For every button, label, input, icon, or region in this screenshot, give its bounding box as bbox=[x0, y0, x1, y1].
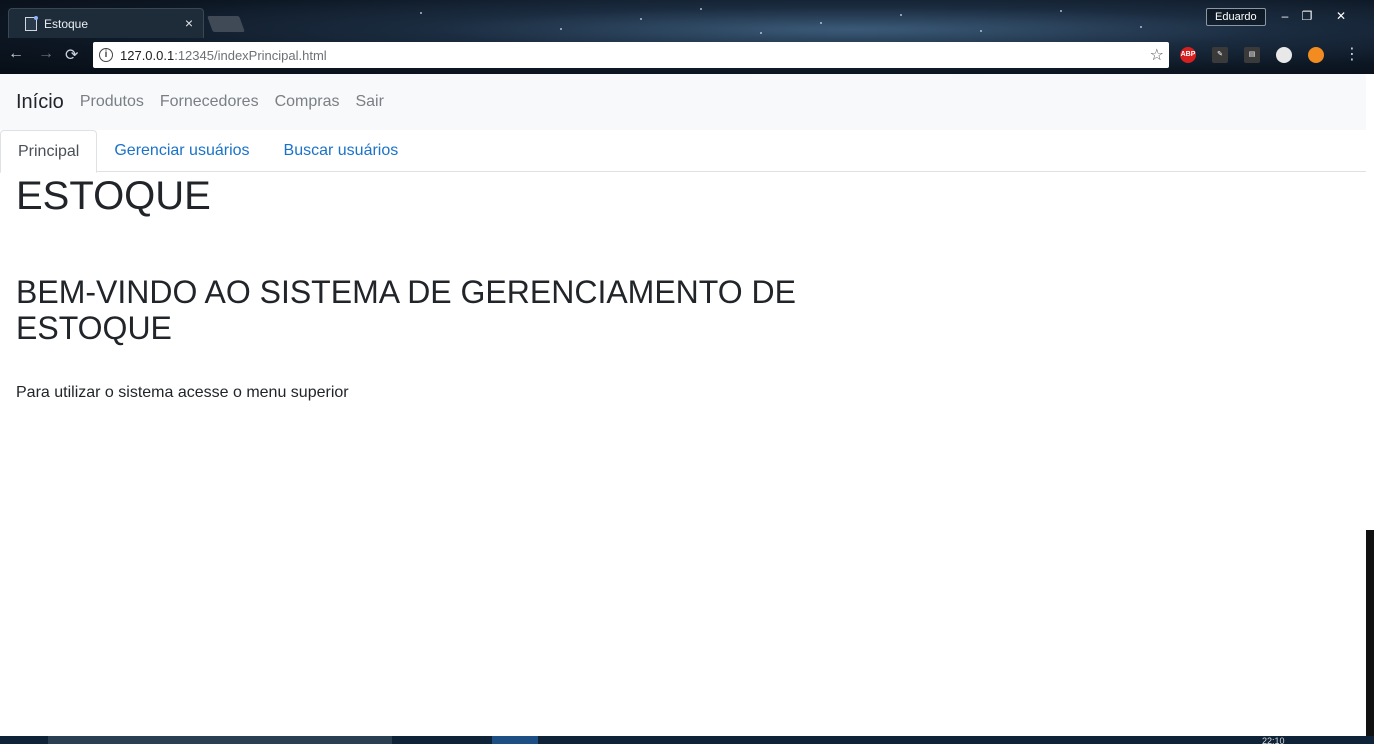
close-tab-icon[interactable]: × bbox=[185, 15, 193, 31]
page-tabs: Principal Gerenciar usuários Buscar usuá… bbox=[0, 130, 1366, 173]
tab-principal[interactable]: Principal bbox=[0, 130, 98, 173]
reload-icon[interactable]: ⟳ bbox=[65, 45, 78, 65]
nav-link-sair[interactable]: Sair bbox=[355, 93, 383, 111]
info-icon[interactable]: i bbox=[99, 48, 113, 62]
page-favicon-icon bbox=[25, 15, 38, 31]
back-icon[interactable]: ← bbox=[8, 45, 24, 63]
browser-tabstrip: Estoque × Eduardo – ❐ ✕ bbox=[0, 0, 1374, 38]
url-host: 127.0.0.1 bbox=[120, 47, 175, 63]
taskbar-item[interactable] bbox=[48, 736, 392, 744]
top-navbar: Início Produtos Fornecedores Compras Sai… bbox=[0, 74, 1366, 130]
forward-icon[interactable]: → bbox=[38, 45, 54, 63]
new-tab-button[interactable] bbox=[207, 16, 245, 32]
orange-ext-icon[interactable] bbox=[1308, 47, 1324, 63]
restore-icon[interactable]: ❐ bbox=[1292, 8, 1322, 26]
adblock-icon[interactable]: ABP bbox=[1180, 47, 1196, 63]
profile-button[interactable]: Eduardo bbox=[1206, 8, 1266, 26]
nav-link-produtos[interactable]: Produtos bbox=[80, 93, 144, 111]
extension-icon[interactable]: ▤ bbox=[1244, 47, 1260, 63]
scrollbar-thumb[interactable] bbox=[1366, 530, 1374, 736]
welcome-heading: BEM-VINDO AO SISTEMA DE GERENCIAMENTO DE… bbox=[16, 274, 796, 346]
browser-menu-icon[interactable]: ⋮ bbox=[1344, 44, 1360, 64]
navbar-brand[interactable]: Início bbox=[16, 91, 64, 114]
nav-link-compras[interactable]: Compras bbox=[275, 93, 340, 111]
browser-tab-title: Estoque bbox=[44, 16, 89, 31]
instruction-text: Para utilizar o sistema acesse o menu su… bbox=[16, 384, 349, 401]
circle-icon[interactable] bbox=[1276, 47, 1292, 63]
bookmark-star-icon[interactable]: ☆ bbox=[1150, 45, 1164, 65]
tab-buscar-usuarios[interactable]: Buscar usuários bbox=[267, 130, 416, 172]
tab-gerenciar-usuarios[interactable]: Gerenciar usuários bbox=[97, 130, 266, 172]
url-path: :12345/indexPrincipal.html bbox=[174, 47, 327, 63]
browser-tab[interactable]: Estoque × bbox=[8, 8, 204, 38]
taskbar-item-active[interactable] bbox=[492, 736, 538, 744]
page-viewport: Início Produtos Fornecedores Compras Sai… bbox=[0, 74, 1366, 736]
main-content: ESTOQUE BEM-VINDO AO SISTEMA DE GERENCIA… bbox=[16, 174, 796, 402]
nav-link-fornecedores[interactable]: Fornecedores bbox=[160, 93, 259, 111]
page-title: ESTOQUE bbox=[16, 174, 211, 218]
address-bar[interactable]: i 127.0.0.1 :12345/indexPrincipal.html ☆ bbox=[93, 42, 1169, 68]
pen-icon[interactable]: ✎ bbox=[1212, 47, 1228, 63]
close-window-icon[interactable]: ✕ bbox=[1326, 8, 1356, 26]
